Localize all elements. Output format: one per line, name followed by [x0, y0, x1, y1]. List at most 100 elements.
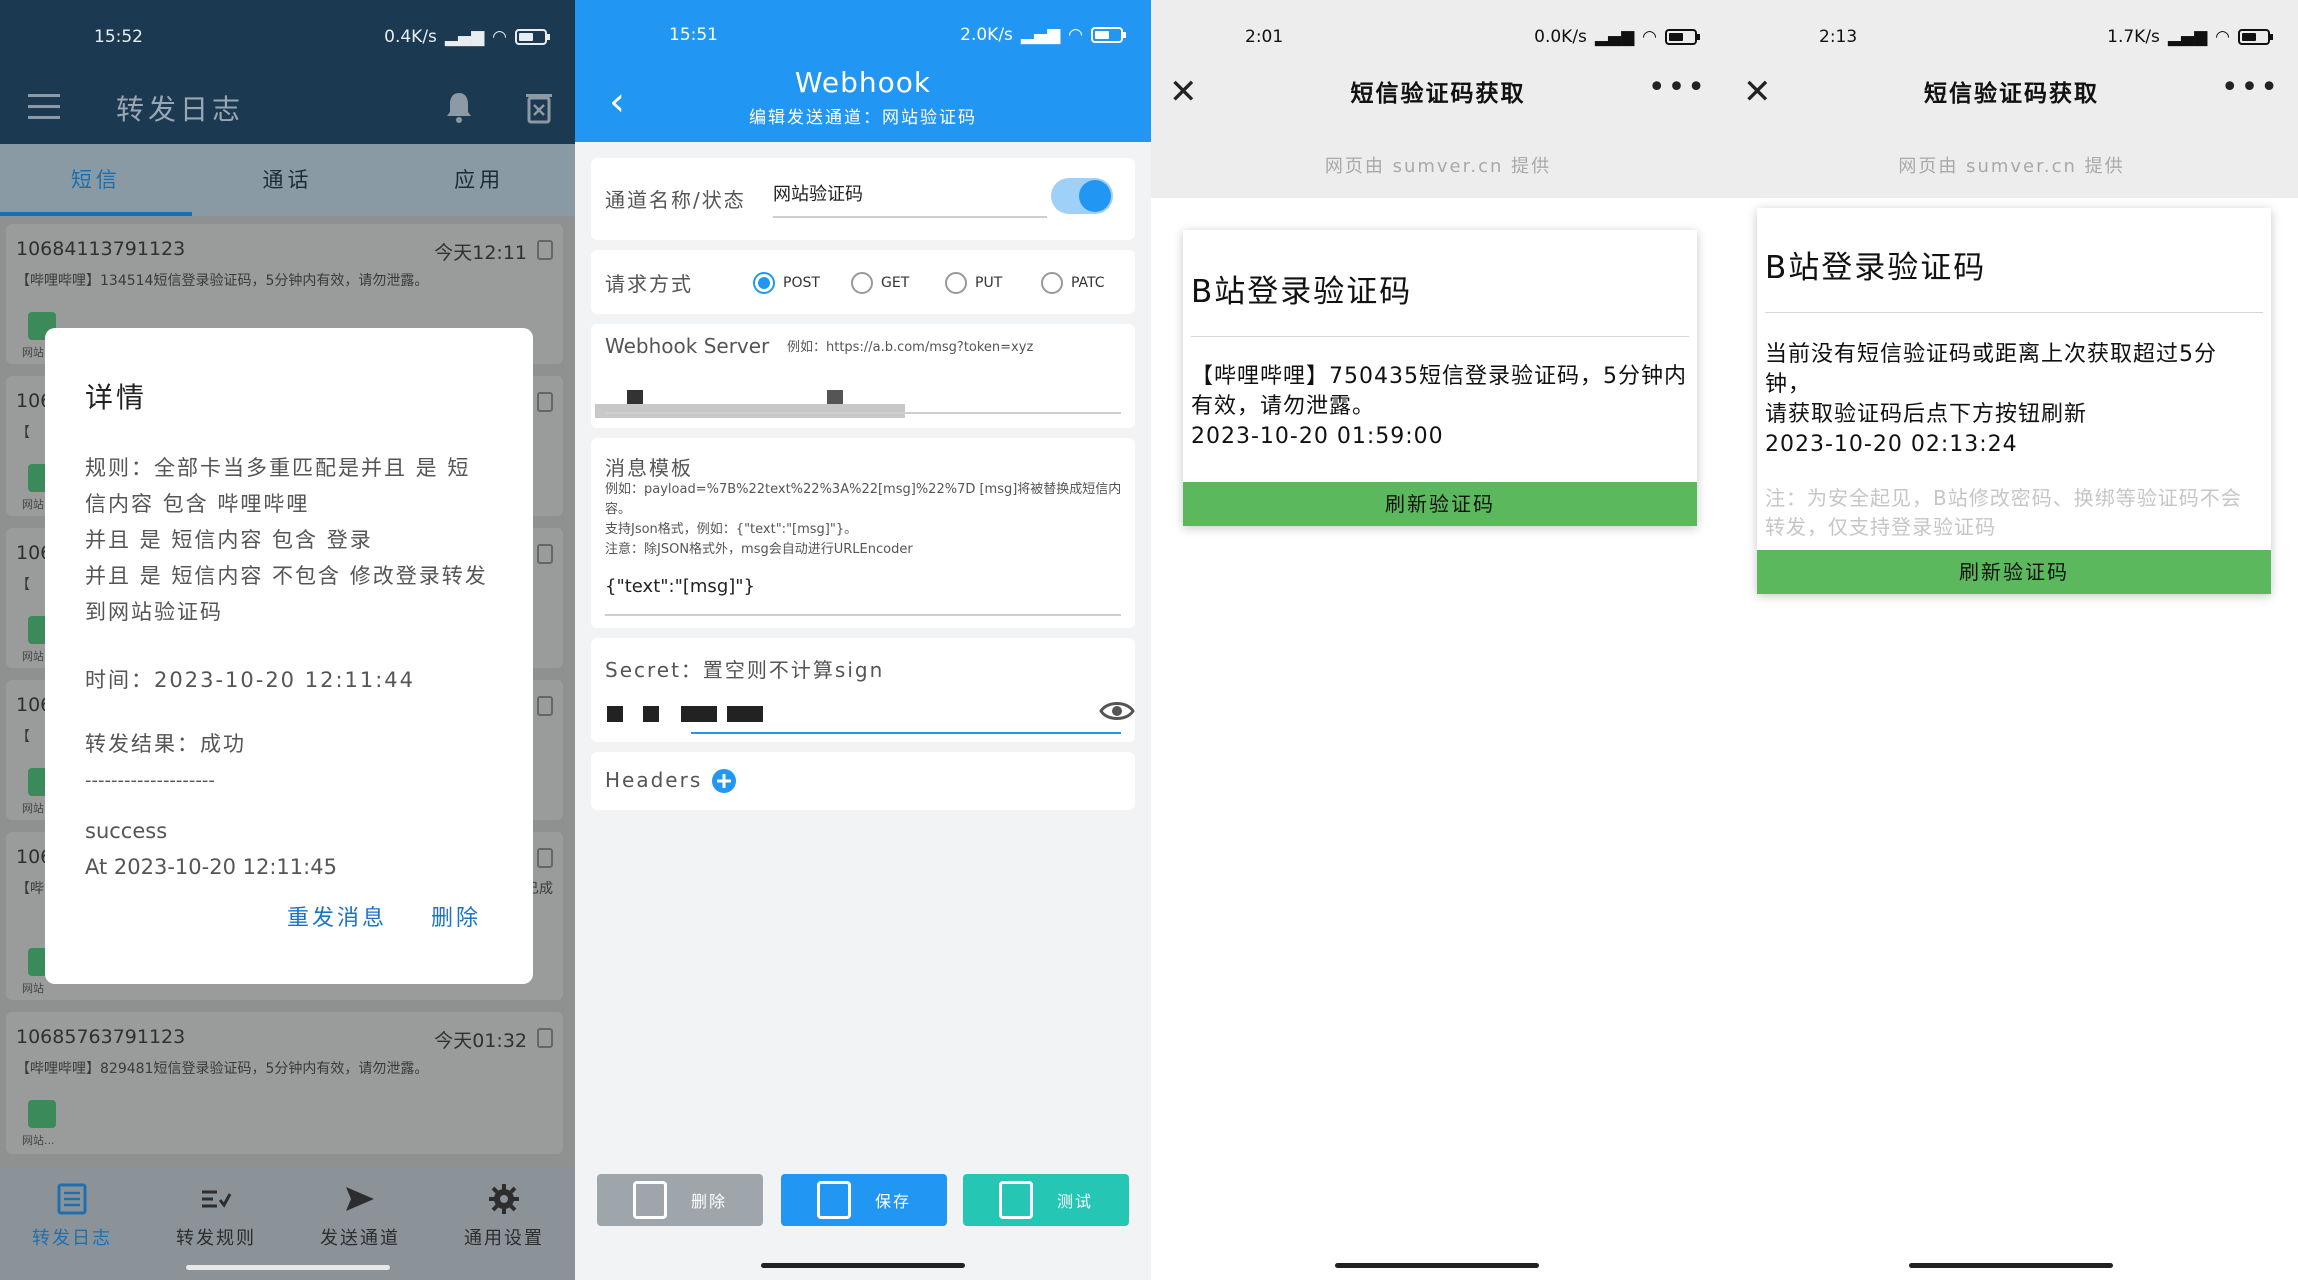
- send-icon: [346, 1187, 374, 1211]
- save-icon: [816, 1181, 851, 1219]
- save-button[interactable]: 保存: [781, 1174, 947, 1226]
- template-help-3: 注意：除JSON格式外，msg会自动进行URLEncoder: [605, 542, 913, 557]
- page-title: Webhook: [794, 66, 932, 99]
- battery-icon: [515, 29, 550, 45]
- status-right: 0.4K/s ▂▄▆ ◠: [384, 27, 550, 47]
- redacted-field[interactable]: [595, 404, 905, 418]
- nav-forward-log[interactable]: 转发日志: [2, 1182, 142, 1250]
- eye-icon[interactable]: [1099, 698, 1135, 724]
- wifi-icon: ◠: [1642, 27, 1657, 47]
- status-right: 1.7K/s ▂▄▆ ◠: [2107, 27, 2273, 47]
- web-content: B站登录验证码 当前没有短信验证码或距离上次获取超过5分钟， 请获取验证码后点下…: [1725, 198, 2298, 1280]
- tab-calls[interactable]: 通话: [192, 144, 384, 216]
- copy-icon[interactable]: [537, 848, 553, 868]
- tab-sms[interactable]: 短信: [0, 144, 192, 216]
- nav-forward-rules[interactable]: 转发规则: [146, 1182, 286, 1250]
- nav-settings[interactable]: 通用设置: [434, 1182, 574, 1250]
- delete-button[interactable]: 删除: [597, 1174, 763, 1226]
- signal-icon: ▂▄▆: [444, 27, 485, 47]
- home-indicator[interactable]: [1335, 1263, 1539, 1268]
- sms-body: 【哔哩哔哩】829481短信登录验证码，5分钟内有效，请勿泄露。: [16, 1061, 429, 1077]
- copy-icon[interactable]: [537, 544, 553, 564]
- network-speed: 2.0K/s: [960, 25, 1013, 45]
- nav-label: 发送通道: [320, 1228, 400, 1249]
- save-label: 保存: [874, 1192, 911, 1211]
- refresh-button[interactable]: 刷新验证码: [1183, 482, 1697, 526]
- more-icon[interactable]: •••: [2221, 70, 2280, 105]
- code-card: B站登录验证码 当前没有短信验证码或距离上次获取超过5分钟， 请获取验证码后点下…: [1757, 208, 2271, 594]
- page-title: 短信验证码获取: [1350, 81, 1526, 107]
- secret-input[interactable]: [605, 706, 765, 724]
- resend-button[interactable]: 重发消息: [287, 900, 387, 932]
- gear-icon: [489, 1184, 519, 1214]
- app-header: 转发日志: [0, 74, 575, 144]
- dialog-actions: 重发消息 删除: [287, 900, 481, 932]
- server-card: Webhook Server 例如：https://a.b.com/msg?to…: [591, 324, 1135, 428]
- screenshot-collage: 15:52 0.4K/s ▂▄▆ ◠ 转发日志 短信 通话 应用 1068411…: [0, 0, 2298, 1280]
- server-label: Webhook Server: [605, 334, 770, 358]
- network-speed: 0.4K/s: [384, 27, 437, 47]
- template-help-1: 例如：payload=%7B%22text%22%3A%22[msg]%22%7…: [605, 482, 1122, 517]
- template-label: 消息模板: [605, 456, 693, 480]
- code-datetime: 2023-10-20 02:13:24: [1765, 432, 2018, 457]
- more-icon[interactable]: •••: [1648, 70, 1707, 105]
- signal-icon: ▂▄▆: [1594, 27, 1635, 47]
- battery-icon: [1091, 27, 1126, 43]
- code-datetime: 2023-10-20 01:59:00: [1191, 424, 1444, 449]
- status-toggle[interactable]: [1051, 178, 1113, 214]
- battery-icon: [1665, 29, 1700, 45]
- rules-icon: [202, 1190, 232, 1208]
- list-item[interactable]: 10685763791123 今天01:32 【哔哩哔哩】829481短信登录验…: [6, 1012, 563, 1154]
- clear-icon[interactable]: [524, 90, 554, 124]
- sms-body: 【: [16, 729, 30, 745]
- input-underline: [773, 216, 1047, 218]
- channel-name-input[interactable]: 网站验证码: [773, 180, 863, 206]
- wifi-icon: ◠: [1068, 25, 1083, 45]
- home-indicator[interactable]: [761, 1263, 965, 1268]
- radio-post[interactable]: POST: [753, 272, 820, 294]
- template-help-2: 支持Json格式，例如：{"text":"[msg]"}。: [605, 522, 858, 537]
- template-input[interactable]: {"text":"[msg]"}: [605, 576, 755, 597]
- channel-name-card: 通道名称/状态 网站验证码: [591, 158, 1135, 240]
- menu-icon[interactable]: [28, 94, 60, 124]
- nav-send-channels[interactable]: 发送通道: [290, 1182, 430, 1250]
- home-indicator[interactable]: [186, 1265, 390, 1270]
- tab-apps[interactable]: 应用: [383, 144, 575, 216]
- copy-icon[interactable]: [537, 240, 553, 260]
- template-card: 消息模板 例如：payload=%7B%22text%22%3A%22[msg]…: [591, 438, 1135, 628]
- home-indicator[interactable]: [1909, 1263, 2113, 1268]
- add-icon[interactable]: [711, 768, 737, 794]
- radio-get[interactable]: GET: [851, 272, 909, 294]
- copy-icon[interactable]: [537, 1028, 553, 1048]
- radio-dot: [1041, 272, 1063, 294]
- copy-icon[interactable]: [537, 392, 553, 412]
- item-time: 今天12:11: [434, 242, 527, 264]
- nav-label: 转发规则: [176, 1228, 256, 1249]
- radio-put[interactable]: PUT: [945, 272, 1002, 294]
- input-underline: [605, 614, 1121, 616]
- redacted-block: [827, 390, 843, 404]
- nav-label: 通用设置: [464, 1228, 544, 1249]
- channel-name-label: 通道名称/状态: [605, 188, 746, 212]
- input-underline: [605, 412, 1121, 414]
- radio-label: PATC: [1071, 275, 1105, 291]
- bell-icon[interactable]: [444, 90, 474, 124]
- secret-label: Secret：置空则不计算sign: [605, 658, 885, 682]
- back-arrow-icon[interactable]: ‹: [609, 82, 625, 122]
- method-label: 请求方式: [605, 272, 693, 296]
- test-button[interactable]: 测试: [963, 1174, 1129, 1226]
- item-source: 网站: [22, 982, 44, 995]
- radio-dot: [945, 272, 967, 294]
- status-time: 2:13: [1819, 27, 1858, 47]
- dialog-success: success: [85, 819, 168, 843]
- app-avatar: [28, 1100, 56, 1128]
- radio-patch[interactable]: PATC: [1041, 272, 1105, 294]
- page-title: 转发日志: [116, 93, 245, 126]
- browser-header: ✕ 短信验证码获取 ••• 网页由 sumver.cn 提供: [1725, 58, 2298, 198]
- refresh-button[interactable]: 刷新验证码: [1757, 550, 2271, 594]
- phone-webhook-edit: 15:51 2.0K/s ▂▄▆ ◠ ‹ Webhook 编辑发送通道：网站验证…: [575, 0, 1151, 1280]
- status-right: 2.0K/s ▂▄▆ ◠: [960, 25, 1126, 45]
- copy-icon[interactable]: [537, 696, 553, 716]
- delete-button[interactable]: 删除: [431, 900, 481, 932]
- phone-webpage-code: 2:01 0.0K/s ▂▄▆ ◠ ✕ 短信验证码获取 ••• 网页由 sumv…: [1151, 0, 1725, 1280]
